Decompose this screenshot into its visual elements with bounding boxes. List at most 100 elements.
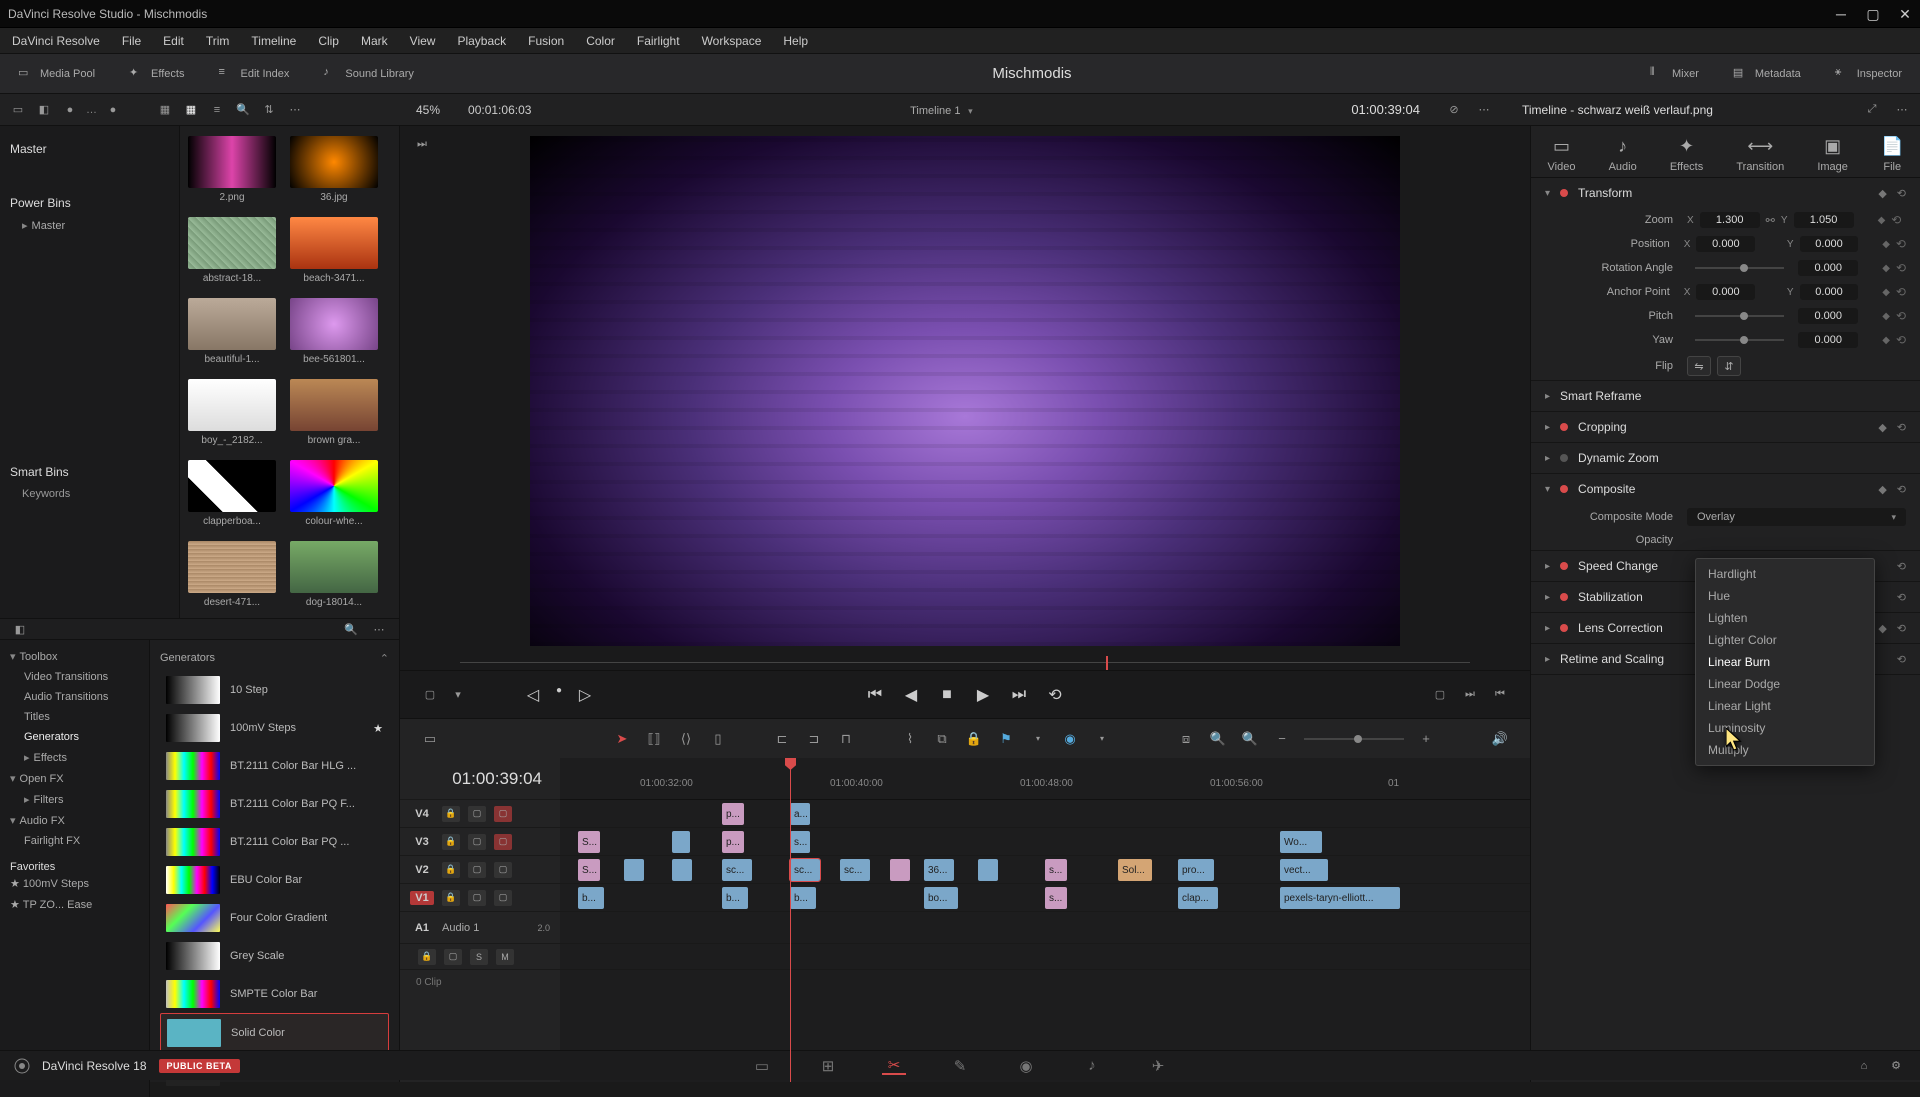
stop-button[interactable]: ■ [938, 686, 956, 704]
generator-four-color-gradient[interactable]: Four Color Gradient [160, 899, 389, 937]
bin-view-dual-icon[interactable]: ◧ [34, 100, 54, 120]
menu-mark[interactable]: Mark [361, 34, 388, 48]
timeline-clip[interactable]: pexels-taryn-elliott... [1280, 887, 1400, 909]
search-icon[interactable]: 🔍 [233, 100, 253, 120]
page-edit[interactable]: ✂ [882, 1057, 906, 1075]
keyframe-icon[interactable]: ◆ [1882, 335, 1890, 346]
disable-icon[interactable]: ▢ [494, 806, 512, 822]
next-edit-icon[interactable]: ▷ [576, 685, 594, 705]
mute-icon[interactable]: 🔊 [1490, 729, 1510, 749]
flip-v-button[interactable]: ⇵ [1717, 356, 1741, 376]
section-smart-reframe[interactable]: Smart Reframe [1560, 389, 1906, 403]
generator-100mv-steps[interactable]: 100mV Steps★ [160, 709, 389, 747]
blend-mode-option-luminosity[interactable]: Luminosity [1696, 717, 1874, 739]
generator-ebu-color-bar[interactable]: EBU Color Bar [160, 861, 389, 899]
lock-icon[interactable]: 🔒 [442, 890, 460, 906]
fx-audiofx[interactable]: ▾Audio FX [10, 810, 139, 831]
auto-select-icon[interactable]: ▢ [444, 949, 462, 965]
blend-mode-option-hardlight[interactable]: Hardlight [1696, 563, 1874, 585]
reset-icon[interactable]: ⟲ [1897, 622, 1906, 635]
chevron-down-icon[interactable]: ▾ [1092, 729, 1112, 749]
reset-icon[interactable]: ⟲ [1897, 591, 1906, 604]
inspector-tab-transition[interactable]: ⟷Transition [1736, 136, 1784, 173]
auto-select-icon[interactable]: ▢ [468, 890, 486, 906]
timeline-clip[interactable]: b... [578, 887, 604, 909]
track-label-v2[interactable]: V2 [410, 864, 434, 876]
media-clip[interactable]: beach-3471... [290, 217, 378, 284]
chevron-down-icon[interactable]: ▾ [968, 106, 973, 116]
media-clip[interactable]: abstract-18... [188, 217, 276, 284]
menu-file[interactable]: File [122, 34, 141, 48]
trim-tool-icon[interactable]: ⟦⟧ [644, 729, 664, 749]
timeline-clip[interactable]: s... [1045, 887, 1067, 909]
chevron-down-icon[interactable]: ▾ [1545, 484, 1550, 495]
track-label-v4[interactable]: V4 [410, 808, 434, 820]
menu-workspace[interactable]: Workspace [702, 34, 762, 48]
prev-clip-icon[interactable]: ⏮ [1490, 685, 1510, 705]
section-dynamic-zoom[interactable]: Dynamic Zoom [1578, 451, 1906, 465]
anc-x-input[interactable]: 0.000 [1696, 284, 1755, 300]
blend-mode-option-hue[interactable]: Hue [1696, 585, 1874, 607]
skip-next-icon[interactable]: ⏭ [412, 134, 432, 154]
more-icon[interactable]: ⋯ [369, 619, 389, 639]
chevron-down-icon[interactable]: ▾ [448, 685, 468, 705]
menu-playback[interactable]: Playback [457, 34, 506, 48]
sound-library-button[interactable]: ♪Sound Library [313, 62, 424, 86]
blend-mode-option-lighter-color[interactable]: Lighter Color [1696, 629, 1874, 651]
more-icon[interactable]: ⋯ [1474, 100, 1494, 120]
auto-select-icon[interactable]: ▢ [468, 862, 486, 878]
lock-icon[interactable]: 🔒 [964, 729, 984, 749]
generator-bt-2111-color-bar-pq----[interactable]: BT.2111 Color Bar PQ ... [160, 823, 389, 861]
yaw-slider[interactable] [1695, 339, 1784, 341]
smartbin-item[interactable]: Keywords [10, 485, 169, 503]
blade-tool-icon[interactable]: ▯ [708, 729, 728, 749]
pitch-input[interactable]: 0.000 [1798, 308, 1858, 324]
zoom-x-input[interactable]: 1.300 [1700, 212, 1760, 228]
effects-button[interactable]: ✦Effects [119, 62, 194, 86]
media-clip[interactable]: desert-471... [188, 541, 276, 608]
fx-node-generators[interactable]: Generators [24, 727, 139, 747]
keyframe-icon[interactable]: ◆ [1878, 421, 1886, 434]
minus-icon[interactable]: − [1272, 729, 1292, 749]
rotation-slider[interactable] [1695, 267, 1784, 269]
chevron-down-icon[interactable]: ▾ [1028, 729, 1048, 749]
link-icon[interactable]: ⌇ [900, 729, 920, 749]
inspector-tab-audio[interactable]: ♪Audio [1609, 136, 1637, 173]
timeline-clip[interactable]: Wo... [1280, 831, 1322, 853]
lock-icon[interactable]: 🔒 [442, 862, 460, 878]
home-icon[interactable]: ⌂ [1854, 1056, 1874, 1076]
lock-icon[interactable]: 🔒 [442, 806, 460, 822]
track-label-a1[interactable]: A1 [410, 922, 434, 934]
lock-icon[interactable]: 🔒 [442, 834, 460, 850]
anc-y-input[interactable]: 0.000 [1800, 284, 1859, 300]
list-view-icon[interactable]: ≡ [207, 100, 227, 120]
more-icon[interactable]: ⋯ [1892, 100, 1912, 120]
reset-icon[interactable]: ⟲ [1897, 421, 1906, 434]
generator-grey-scale[interactable]: Grey Scale [160, 937, 389, 975]
fx-openfx[interactable]: ▾Open FX [10, 768, 139, 789]
media-clip[interactable]: clapperboa... [188, 460, 276, 527]
more-icon[interactable]: ⋯ [285, 100, 305, 120]
pointer-tool-icon[interactable]: ➤ [612, 729, 632, 749]
chevron-right-icon[interactable]: ▸ [1545, 561, 1550, 572]
mark-clip-icon[interactable]: ▢ [420, 685, 440, 705]
fx-node[interactable]: Titles [24, 707, 139, 727]
keyframe-icon[interactable]: ◆ [1882, 287, 1890, 298]
overwrite-icon[interactable]: ⊐ [804, 729, 824, 749]
media-clip[interactable]: 36.jpg [290, 136, 378, 203]
fx-node[interactable]: Fairlight FX [24, 831, 139, 851]
solo-button[interactable]: S [470, 949, 488, 965]
generator-10-step[interactable]: 10 Step [160, 671, 389, 709]
inspector-tab-video[interactable]: ▭Video [1548, 136, 1576, 173]
fx-node[interactable]: Audio Transitions [24, 687, 139, 707]
viewer-preview[interactable] [530, 136, 1400, 646]
chevron-right-icon[interactable]: ▸ [1545, 453, 1550, 464]
chevron-down-icon[interactable]: ▾ [1545, 188, 1550, 199]
pos-y-input[interactable]: 0.000 [1800, 236, 1859, 252]
fx-node[interactable]: Video Transitions [24, 667, 139, 687]
reset-icon[interactable]: ⟲ [1896, 237, 1906, 251]
prev-edit-icon[interactable]: ◁ [524, 685, 542, 705]
search-icon[interactable]: 🔍 [341, 619, 361, 639]
timeline-clip[interactable]: s... [1045, 859, 1067, 881]
expand-icon[interactable]: ⤢ [1862, 100, 1882, 120]
